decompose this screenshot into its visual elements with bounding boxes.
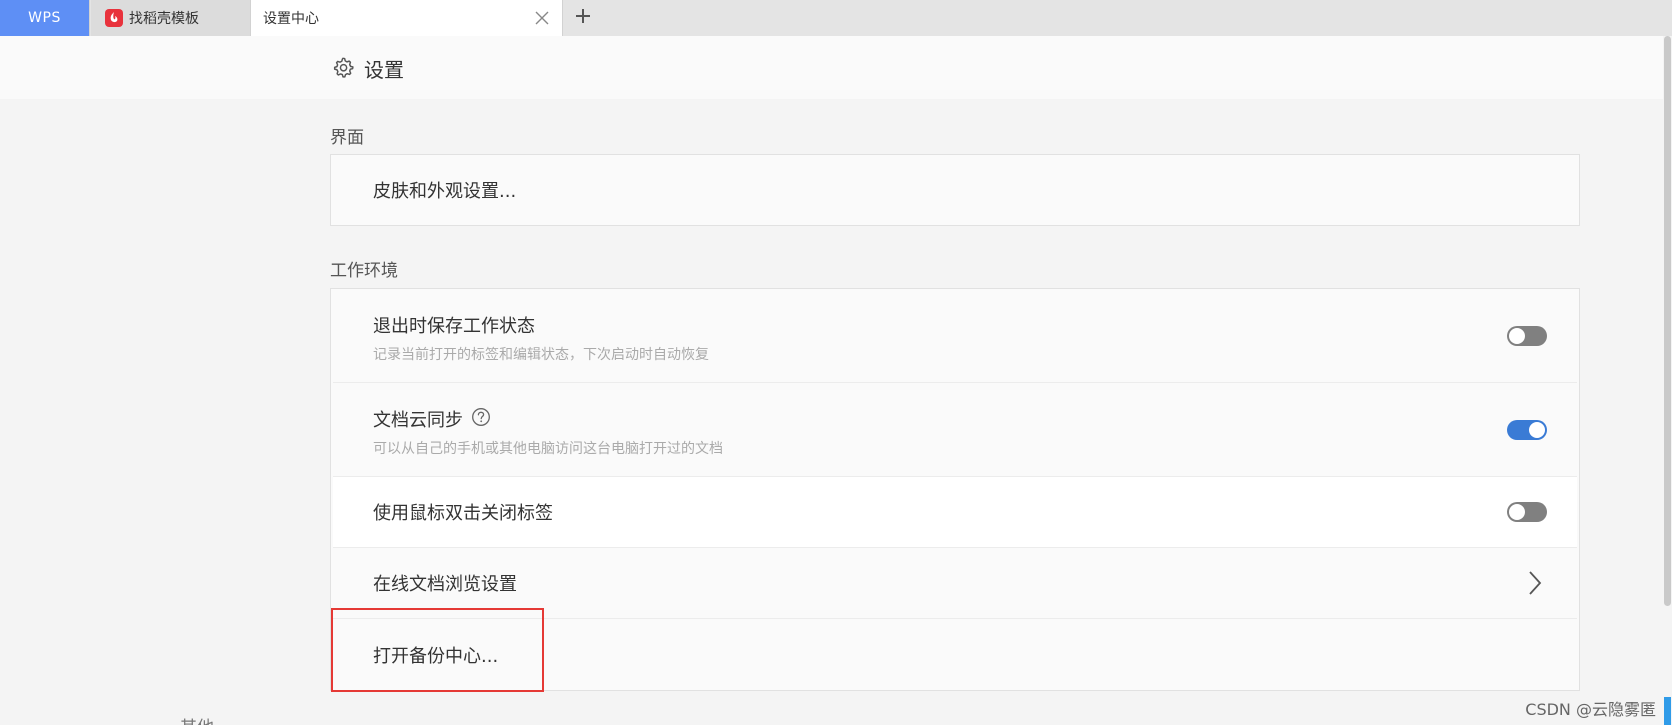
section-label-partial: 其他 <box>180 713 214 725</box>
docer-logo-icon <box>105 9 123 27</box>
cloud-sync-title-line: 文档云同步 <box>373 406 1577 432</box>
help-icon[interactable] <box>471 407 491 431</box>
skin-settings-row[interactable]: 皮肤和外观设置... <box>333 155 1577 225</box>
chevron-right-icon <box>1527 570 1543 596</box>
save-state-desc: 记录当前打开的标签和编辑状态，下次启动时自动恢复 <box>373 347 709 363</box>
add-tab-button[interactable] <box>563 0 603 36</box>
tab-template-label: 找稻壳模板 <box>129 11 199 27</box>
backup-center-row[interactable]: 打开备份中心... <box>333 619 1577 690</box>
tab-settings[interactable]: 设置中心 <box>251 0 563 36</box>
interface-card: 皮肤和外观设置... <box>330 154 1580 226</box>
header-title-group: 设置 <box>332 54 404 83</box>
tab-template[interactable]: 找稻壳模板 <box>91 0 251 36</box>
tab-bar: WPS 找稻壳模板 设置中心 <box>0 0 1672 36</box>
dblclick-close-toggle[interactable] <box>1507 502 1547 522</box>
cloud-sync-title: 文档云同步 <box>373 410 463 431</box>
online-browse-title: 在线文档浏览设置 <box>373 574 517 595</box>
save-state-toggle[interactable] <box>1507 325 1547 346</box>
gear-icon <box>332 56 354 82</box>
plus-icon <box>575 8 591 28</box>
backup-center-title: 打开备份中心... <box>373 645 499 667</box>
scrollbar-thumb[interactable] <box>1664 36 1671 606</box>
toggle-knob <box>1509 327 1525 344</box>
dblclick-close-title: 使用鼠标双击关闭标签 <box>373 503 553 524</box>
online-browse-row[interactable]: 在线文档浏览设置 <box>333 548 1577 619</box>
dblclick-close-row: 使用鼠标双击关闭标签 <box>333 477 1577 548</box>
close-icon[interactable] <box>532 8 552 28</box>
section-label-interface: 界面 <box>330 128 364 148</box>
cloud-sync-desc: 可以从自己的手机或其他电脑访问这台电脑打开过的文档 <box>373 441 723 457</box>
cloud-sync-toggle[interactable] <box>1507 419 1547 440</box>
save-state-row: 退出时保存工作状态 记录当前打开的标签和编辑状态，下次启动时自动恢复 <box>333 289 1577 383</box>
tab-wps[interactable]: WPS <box>0 0 90 36</box>
tab-settings-label: 设置中心 <box>263 11 319 27</box>
section-label-workspace: 工作环境 <box>330 261 398 281</box>
page-header: 设置 <box>0 36 1663 99</box>
scrollbar-track[interactable] <box>1663 36 1672 725</box>
save-state-title: 退出时保存工作状态 <box>373 316 535 337</box>
toggle-knob <box>1509 504 1525 520</box>
toggle-knob <box>1529 421 1545 438</box>
scrollbar-end-marker <box>1664 697 1671 725</box>
page-title: 设置 <box>364 58 404 82</box>
tab-wps-label: WPS <box>28 10 61 26</box>
workspace-card: 退出时保存工作状态 记录当前打开的标签和编辑状态，下次启动时自动恢复 文档云同步… <box>330 288 1580 691</box>
cloud-sync-row: 文档云同步 可以从自己的手机或其他电脑访问这台电脑打开过的文档 <box>333 383 1577 477</box>
watermark: CSDN @云隐雾匿 <box>1525 700 1656 719</box>
skin-settings-label: 皮肤和外观设置... <box>373 181 517 202</box>
